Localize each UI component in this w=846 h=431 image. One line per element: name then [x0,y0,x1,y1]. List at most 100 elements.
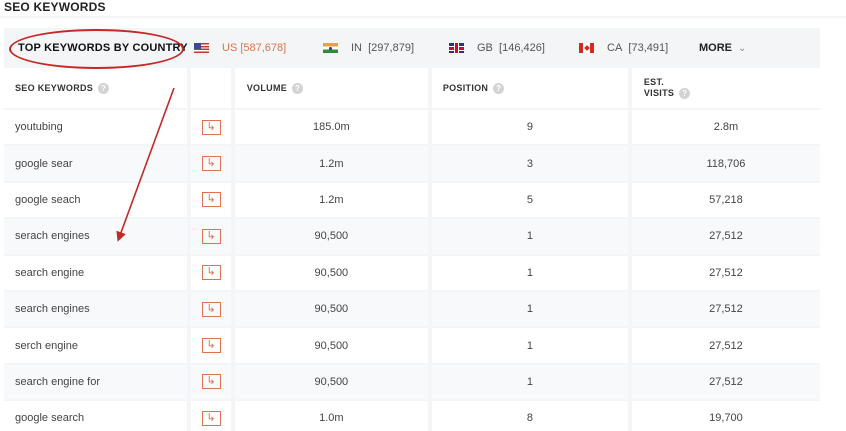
keyword-cell: serch engine [4,328,188,363]
goto-cell: ↳ [191,182,231,218]
open-keyword-icon[interactable]: ↳ [201,338,221,354]
goto-cell: ↳ [191,146,231,181]
goto-cell: ↳ [191,291,231,327]
goto-cell: ↳ [191,255,231,290]
keyword-cell: serach engines [4,219,188,254]
table-row: search engine for ↳ 90,500 1 27,512 [4,364,820,401]
open-keyword-icon[interactable]: ↳ [201,192,221,208]
position-cell: 1 [431,328,628,363]
table-row: search engines ↳ 90,500 1 27,512 [4,291,820,328]
volume-cell: 185.0m [234,110,428,145]
country-tab-gb[interactable]: GB [146,426] [449,42,545,54]
position-cell: 1 [431,364,628,400]
table-row: serch engine ↳ 90,500 1 27,512 [4,328,820,364]
volume-cell: 1.2m [234,146,428,181]
volume-cell: 1.2m [234,182,428,218]
position-cell: 1 [431,255,628,290]
more-label: MORE [699,42,732,54]
help-icon[interactable]: ? [493,82,505,94]
volume-cell: 90,500 [234,328,428,363]
header-visits-label-line2: VISITS [643,88,675,98]
country-code: GB [477,42,493,54]
visits-cell: 27,512 [631,328,820,363]
table-row: search engine ↳ 90,500 1 27,512 [4,255,820,292]
help-icon[interactable]: ? [679,88,691,99]
keyword-cell: search engines [4,291,188,327]
keyword-cell: search engine for [4,364,188,400]
divider [0,16,846,20]
position-cell: 3 [431,146,628,181]
keywords-table: SEO KEYWORDS ? VOLUME ? POSITION ? EST. … [4,68,820,431]
position-cell: 9 [431,110,628,145]
open-keyword-icon[interactable]: ↳ [201,410,221,426]
visits-cell: 27,512 [631,219,820,254]
visits-cell: 118,706 [631,146,820,181]
open-keyword-icon[interactable]: ↳ [201,301,221,317]
keyword-cell: search engine [4,255,188,290]
header-keyword[interactable]: SEO KEYWORDS ? [4,68,188,108]
goto-cell: ↳ [191,328,231,363]
header-volume-label: VOLUME [246,83,288,93]
country-tab-ca[interactable]: CA [73,491] [579,42,668,54]
header-visits[interactable]: EST. VISITS? [631,68,820,108]
open-keyword-icon[interactable]: ↳ [201,265,221,281]
us-flag-icon [194,43,209,53]
keyword-text: youtubing [15,121,63,134]
country-bar: TOP KEYWORDS BY COUNTRY US [587,678] IN … [4,28,820,68]
table-row: serach engines ↳ 90,500 1 27,512 [4,219,820,255]
keyword-text: google search [15,412,85,425]
visits-cell: 27,512 [631,364,820,400]
open-keyword-icon[interactable]: ↳ [201,119,221,135]
volume-cell: 90,500 [234,291,428,327]
table-row: youtubing ↳ 185.0m 9 2.8m [4,110,820,146]
country-code: CA [607,42,623,54]
help-icon[interactable]: ? [98,82,110,94]
canada-flag-icon [579,43,594,53]
open-keyword-icon[interactable]: ↳ [201,156,221,172]
volume-cell: 90,500 [234,364,428,400]
country-count: [587,678] [240,42,287,54]
country-code: US [222,42,238,54]
open-keyword-icon[interactable]: ↳ [201,374,221,390]
volume-cell: 1.0m [234,401,428,431]
position-cell: 5 [431,182,628,218]
goto-cell: ↳ [191,110,231,145]
keyword-cell: google sear [4,146,188,181]
country-tab-in[interactable]: IN [297,879] [323,42,414,54]
visits-cell: 19,700 [631,401,820,431]
volume-cell: 90,500 [234,219,428,254]
keyword-cell: youtubing [4,110,188,145]
goto-cell: ↳ [191,364,231,400]
visits-cell: 2.8m [631,110,820,145]
country-count: [73,491] [628,42,669,54]
country-bar-label: TOP KEYWORDS BY COUNTRY [18,42,188,54]
open-keyword-icon[interactable]: ↳ [201,228,221,244]
keyword-cell: google seach [4,182,188,218]
keyword-text: search engines [15,303,90,316]
keyword-text: serch engine [15,339,78,352]
keyword-text: google seach [15,193,81,206]
country-count: [297,879] [368,42,414,54]
section-title: SEO KEYWORDS [4,0,106,14]
help-icon[interactable]: ? [292,82,304,94]
country-count: [146,426] [499,42,545,54]
more-countries-button[interactable]: MORE ⌄ [699,42,746,54]
keyword-text: serach engines [15,230,90,243]
keyword-text: search engine for [15,375,100,388]
chevron-down-icon: ⌄ [738,43,747,54]
table-row: google seach ↳ 1.2m 5 57,218 [4,182,820,219]
header-spacer [191,68,231,108]
visits-cell: 57,218 [631,182,820,218]
header-position[interactable]: POSITION ? [431,68,628,108]
table-row: google search ↳ 1.0m 8 19,700 [4,401,820,431]
position-cell: 1 [431,219,628,254]
header-visits-label-line1: EST. [643,77,665,87]
country-tab-us[interactable]: US [587,678] [194,42,286,54]
position-cell: 8 [431,401,628,431]
keyword-cell: google search [4,401,188,431]
header-volume[interactable]: VOLUME ? [234,68,428,108]
visits-cell: 27,512 [631,291,820,327]
keyword-text: search engine [15,266,85,279]
keyword-text: google sear [15,157,73,170]
country-code: IN [351,42,362,54]
